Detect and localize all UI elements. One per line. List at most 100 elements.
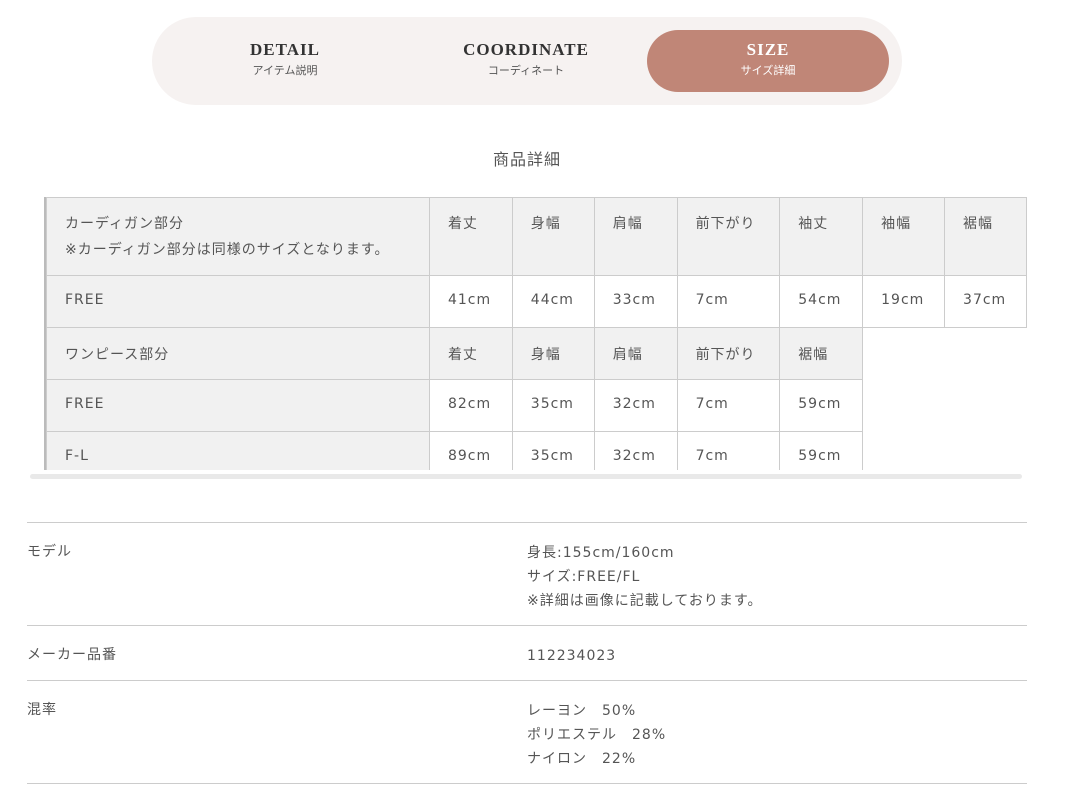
tab-sublabel: コーディネート [487,64,565,77]
cell-text: 82cm [447,396,492,412]
table-cell: 89cm [428,431,513,470]
tab-sublabel: アイテム説明 [252,64,318,77]
cell-text: ※カーディガン部分は同様のサイズとなります。 [65,242,390,258]
empty-cell [944,379,1027,432]
detail-value-line: 112234023 [527,648,617,664]
cell-text: 35cm [530,396,574,412]
row-label-cell: ワンピース部分 [46,327,430,380]
empty-cell [862,379,945,432]
cell-text: 前下がり [695,216,756,232]
table-cell: 7cm [676,431,781,470]
column-header-cell: 袖幅 [862,197,946,276]
cell-text: F-L [65,448,89,464]
divider [27,783,1027,784]
detail-value-line: サイズ:FREE/FL [527,569,641,585]
horizontal-scrollbar[interactable] [30,474,1022,479]
cell-text: カーディガン部分 [65,216,185,232]
tab-sublabel: サイズ詳細 [740,64,796,77]
row-label-cell: カーディガン部分 ※カーディガン部分は同様のサイズとなります。 [46,197,430,276]
cell-text: 7cm [695,448,729,464]
cell-text: 37cm [963,292,1007,308]
detail-row-maker-number: メーカー品番 112234023 [27,625,1027,680]
size-table-scroll-area[interactable]: カーディガン部分 ※カーディガン部分は同様のサイズとなります。 着丈 身幅 肩幅 前下がり… [44,197,1027,470]
cell-text: 59cm [798,396,842,412]
table-row: F-L 89cm 35cm 32cm 7cm 59cm [46,431,1027,470]
table-header-row: ワンピース部分 着丈 身幅 肩幅 前下がり 裾幅 [46,327,1027,380]
row-label-cell: F-L [46,431,430,470]
table-cell: 44cm [511,275,595,328]
detail-value: 身長:155cm/160cm サイズ:FREE/FL ※詳細は画像に記載しており… [527,541,763,613]
tab-bar: DETAIL アイテム説明 COORDINATE コーディネート SIZE サイ… [152,17,902,105]
column-header-cell: 身幅 [511,197,595,276]
cell-text: ワンピース部分 [65,347,170,363]
table-cell: 7cm [676,379,781,432]
table-cell: 59cm [779,431,864,470]
table-cell: 82cm [428,379,513,432]
cell-text: 19cm [881,292,925,308]
row-label-cell: FREE [46,275,430,328]
detail-label: 混率 [27,702,57,718]
table-cell: 32cm [593,379,678,432]
column-header-cell: 着丈 [428,197,513,276]
table-row: FREE 41cm 44cm 33cm 7cm 54cm 19cm 37cm [46,275,1027,328]
detail-value-line: ナイロン 22% [527,751,637,767]
tab-label: DETAIL [250,40,320,59]
tab-detail[interactable]: DETAIL アイテム説明 [164,30,406,92]
size-table: カーディガン部分 ※カーディガン部分は同様のサイズとなります。 着丈 身幅 肩幅 前下がり… [46,197,1027,470]
tab-label: SIZE [746,40,790,59]
empty-cell [944,431,1027,470]
table-cell: 54cm [779,275,864,328]
table-cell: 33cm [593,275,678,328]
detail-label: モデル [27,544,72,560]
cell-text: 裾幅 [798,347,829,363]
table-cell: 35cm [511,431,595,470]
cell-text: 33cm [612,292,656,308]
column-header-cell: 肩幅 [593,327,678,380]
cell-text: 35cm [530,448,574,464]
detail-value: レーヨン 50% ポリエステル 28% ナイロン 22% [527,699,666,771]
empty-cell [862,327,945,380]
table-cell: 35cm [511,379,595,432]
tab-coordinate[interactable]: COORDINATE コーディネート [405,30,647,92]
cell-text: 肩幅 [612,347,643,363]
cell-text: 身幅 [530,347,561,363]
column-header-cell: 身幅 [511,327,595,380]
cell-text: 裾幅 [963,216,994,232]
detail-row-model: モデル 身長:155cm/160cm サイズ:FREE/FL ※詳細は画像に記載… [27,522,1027,625]
column-header-cell: 肩幅 [593,197,678,276]
cell-text: 着丈 [447,216,478,232]
column-header-cell: 裾幅 [779,327,864,380]
table-cell: 32cm [593,431,678,470]
cell-text: 54cm [798,292,842,308]
empty-cell [944,327,1027,380]
table-header-row: カーディガン部分 ※カーディガン部分は同様のサイズとなります。 着丈 身幅 肩幅 前下がり… [46,197,1027,276]
cell-text: 肩幅 [612,216,643,232]
table-cell: 59cm [779,379,864,432]
cell-text: 袖丈 [798,216,829,232]
column-header-cell: 着丈 [428,327,513,380]
detail-value-line: ポリエステル 28% [527,727,667,743]
detail-value-line: ※詳細は画像に記載しております。 [527,593,763,609]
column-header-cell: 裾幅 [944,197,1027,276]
cell-text: 前下がり [695,347,756,363]
cell-text: 59cm [798,448,842,464]
cell-text: 89cm [447,448,492,464]
cell-text: 32cm [612,396,656,412]
row-label-cell: FREE [46,379,430,432]
table-row: FREE 82cm 35cm 32cm 7cm 59cm [46,379,1027,432]
cell-text: 32cm [612,448,656,464]
table-cell: 19cm [862,275,946,328]
detail-value-line: レーヨン 50% [527,703,637,719]
table-cell: 7cm [676,275,781,328]
table-cell: 41cm [428,275,513,328]
cell-text: 41cm [447,292,492,308]
column-header-cell: 前下がり [676,327,781,380]
cell-text: FREE [65,396,105,412]
detail-value: 112234023 [527,644,616,668]
cell-text: FREE [65,292,105,308]
detail-label: メーカー品番 [27,647,117,663]
detail-value-line: 身長:155cm/160cm [527,545,675,561]
tab-size[interactable]: SIZE サイズ詳細 [647,30,889,92]
column-header-cell: 前下がり [676,197,781,276]
cell-text: 7cm [695,396,729,412]
